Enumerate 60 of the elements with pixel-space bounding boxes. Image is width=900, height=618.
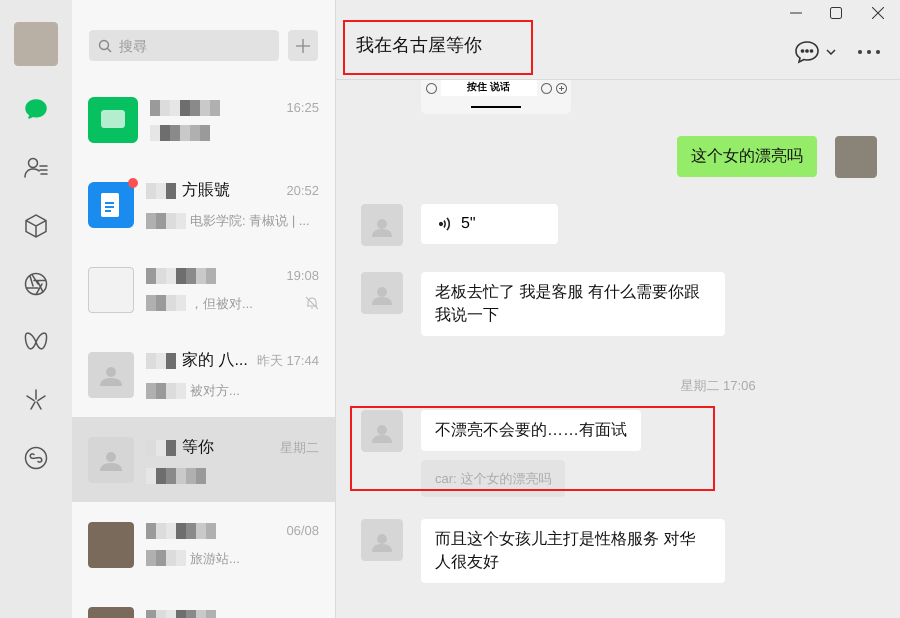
- cube-icon[interactable]: [23, 213, 49, 239]
- minimize-icon: [790, 12, 802, 14]
- more-icon: [858, 50, 880, 54]
- chat-time: 06/08: [286, 522, 319, 540]
- message-bubble: 这个女的漂亮吗: [677, 136, 817, 177]
- link-icon[interactable]: [23, 445, 49, 471]
- emoji-icon: [540, 82, 552, 94]
- chat-list-item[interactable]: 方賬號 20:52 电影学院: 青椒说 | ...: [72, 162, 335, 247]
- more-button[interactable]: [858, 50, 880, 54]
- mosaic-redaction: [146, 382, 186, 398]
- plus-icon: [556, 82, 566, 94]
- quoted-message: car: 这个女的漂亮吗: [421, 460, 566, 497]
- mosaic-redaction: [146, 468, 206, 484]
- message-bubble: 老板去忙了 我是客服 有什么需要你跟我说一下: [421, 272, 725, 336]
- timestamp: 星期二 17:06: [680, 377, 756, 395]
- chat-title: 我在名古屋等你: [356, 34, 482, 57]
- document-icon: [100, 192, 122, 218]
- message-preview: 旅游站...: [190, 550, 240, 568]
- photo-placeholder: [88, 266, 134, 312]
- contact-name: 家的 八...: [182, 350, 248, 371]
- caret-icon: [826, 49, 836, 55]
- message-bubble: 不漂亮不会要的……有面试: [421, 410, 641, 450]
- person-icon: [99, 366, 123, 388]
- message-preview: ，但被对...: [190, 294, 253, 312]
- mosaic-redaction: [146, 212, 186, 228]
- chat-square-icon: [100, 108, 126, 130]
- mosaic-redaction: [146, 522, 216, 539]
- photo-placeholder: [88, 522, 134, 568]
- aperture-icon[interactable]: [23, 271, 49, 297]
- mosaic-redaction: [146, 268, 216, 284]
- add-button[interactable]: [288, 30, 318, 61]
- voice-message[interactable]: 5": [421, 204, 558, 244]
- mosaic-redaction: [150, 125, 210, 142]
- mosaic-redaction: [146, 352, 176, 369]
- chat-time: 20:52: [286, 182, 319, 200]
- mosaic-redaction: [146, 295, 186, 312]
- chat-info-button[interactable]: [794, 40, 836, 64]
- home-indicator: [471, 106, 521, 108]
- maximize-icon: [830, 7, 842, 19]
- sound-wave-icon: [439, 216, 451, 232]
- contact-name: 等你: [182, 438, 214, 458]
- message-preview: 电影学院: 青椒说 | ...: [190, 212, 310, 230]
- person-icon: [99, 450, 123, 472]
- chat-time: 16:25: [286, 98, 319, 117]
- mosaic-redaction: [146, 182, 176, 199]
- voice-icon: [426, 82, 436, 94]
- search-icon: [98, 39, 112, 53]
- message-preview: 被对方...: [190, 382, 240, 400]
- speech-bubble-icon: [794, 40, 820, 64]
- message-bubble: 而且这个女孩儿主打是性格服务 对华人很友好: [421, 519, 725, 583]
- search-field[interactable]: 搜尋: [89, 30, 279, 61]
- chat-time: 昨天 17:44: [256, 352, 319, 370]
- contact-name: 方賬號: [182, 180, 230, 201]
- chat-list-item[interactable]: 家的 八... 昨天 17:44 被对方...: [72, 332, 335, 417]
- photo-placeholder: [835, 136, 877, 178]
- close-icon: [872, 7, 884, 19]
- chat-time: 19:08: [286, 267, 319, 285]
- plus-icon: [296, 38, 310, 52]
- mosaic-redaction: [150, 100, 220, 116]
- mosaic-redaction: [146, 550, 186, 566]
